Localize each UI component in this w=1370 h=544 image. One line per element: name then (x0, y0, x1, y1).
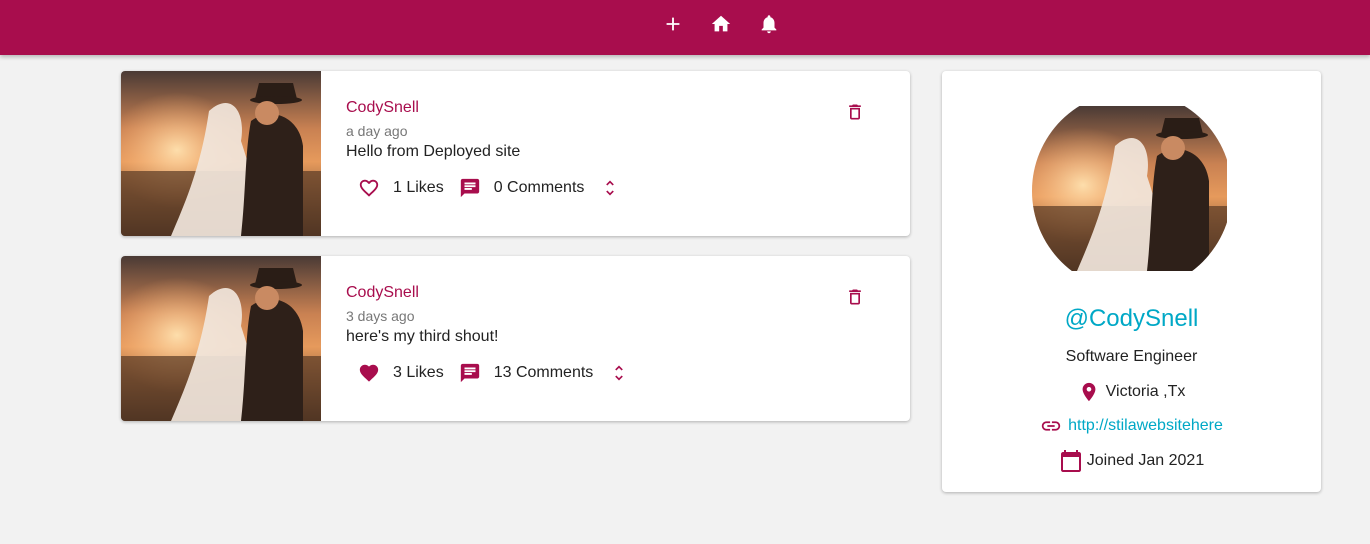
delete-post-button[interactable] (843, 285, 867, 309)
comment-icon (460, 363, 479, 383)
trash-icon (849, 104, 861, 120)
link-icon (1041, 421, 1061, 431)
add-shout-button[interactable] (660, 11, 686, 37)
expand-button[interactable] (607, 361, 631, 385)
post-image (121, 71, 321, 236)
post-actions: 1 Likes 0 Comments (357, 175, 622, 201)
home-button[interactable] (708, 11, 734, 37)
post-image (121, 256, 321, 421)
post-body-text: here's my third shout! (346, 328, 499, 345)
top-navbar (0, 0, 1370, 55)
heart-filled-icon (359, 364, 379, 382)
post-body-text: Hello from Deployed site (346, 143, 521, 160)
post-username-link[interactable]: CodySnell (346, 284, 419, 302)
joined-text: Joined Jan 2021 (1086, 452, 1205, 469)
notifications-button[interactable] (756, 11, 782, 37)
delete-post-button[interactable] (843, 100, 867, 124)
profile-joined: Joined Jan 2021 (942, 449, 1321, 473)
profile-avatar[interactable] (1032, 91, 1232, 291)
profile-bio: Software Engineer (1065, 348, 1198, 365)
unfold-more-icon (615, 365, 624, 381)
trash-icon (849, 289, 861, 305)
expand-button[interactable] (598, 176, 622, 200)
likes-count: 1 Likes (393, 179, 444, 196)
post-card: CodySnell 3 days ago here's my third sho… (121, 256, 910, 421)
location-pin-icon (1082, 382, 1096, 402)
profile-location: Victoria ,Tx (942, 381, 1321, 403)
post-timestamp: 3 days ago (346, 308, 415, 324)
bell-icon (761, 15, 777, 34)
website-link[interactable]: http://stilawebsitehere (1068, 417, 1223, 435)
profile-website: http://stilawebsitehere (942, 415, 1321, 437)
unfold-more-icon (606, 180, 615, 196)
profile-handle-link[interactable]: @CodySnell (942, 305, 1321, 333)
like-button[interactable] (357, 361, 381, 385)
comments-count: 0 Comments (493, 179, 585, 196)
profile-card: @CodySnell Software Engineer Victoria ,T… (942, 71, 1321, 492)
post-card: CodySnell a day ago Hello from Deployed … (121, 71, 910, 236)
comments-button[interactable] (458, 361, 482, 385)
location-text: Victoria ,Tx (1105, 383, 1186, 400)
heart-outline-icon (359, 179, 379, 197)
comments-count: 13 Comments (493, 364, 594, 381)
comment-icon (460, 178, 479, 198)
calendar-icon (1060, 450, 1081, 472)
plus-icon (666, 17, 680, 31)
post-actions: 3 Likes 13 Comments (357, 360, 631, 386)
home-icon (711, 15, 731, 32)
post-timestamp: a day ago (346, 123, 408, 139)
comments-button[interactable] (458, 176, 482, 200)
post-username-link[interactable]: CodySnell (346, 99, 419, 117)
like-button[interactable] (357, 176, 381, 200)
likes-count: 3 Likes (393, 364, 444, 381)
